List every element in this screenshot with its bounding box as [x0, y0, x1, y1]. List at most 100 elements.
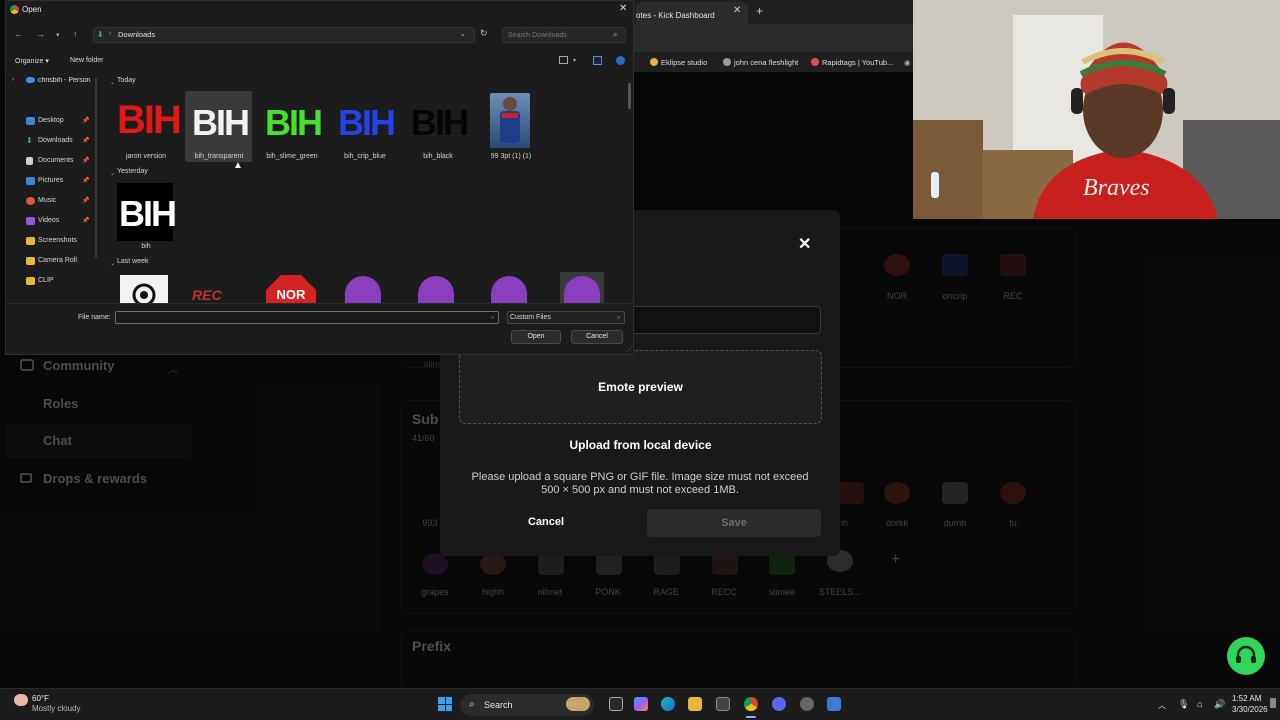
- file-type-filter[interactable]: Custom Files: [507, 311, 625, 324]
- dialog-divider: [6, 303, 633, 304]
- file-name-input[interactable]: [115, 311, 499, 324]
- file-bih-black[interactable]: BIH: [409, 92, 469, 150]
- nav-documents[interactable]: Documents: [38, 157, 73, 164]
- file-thumbnail: [564, 276, 600, 303]
- file-thumb-rec[interactable]: REC: [192, 287, 242, 303]
- file-type-filter-value: Custom Files: [510, 314, 551, 321]
- requirements-line-2: 500 × 500 px and must not exceed 1MB.: [541, 484, 739, 496]
- microphone-icon[interactable]: 🎙: [1178, 699, 1189, 710]
- back-icon[interactable]: ←: [14, 29, 23, 39]
- webcam-overlay: Braves: [913, 0, 1280, 219]
- nav-music[interactable]: Music: [38, 197, 56, 204]
- bookmark-rapidtags[interactable]: Rapidtags | YouTub...: [811, 58, 893, 67]
- resize-grip-icon[interactable]: ⋰: [626, 346, 632, 353]
- nav-onedrive-account[interactable]: chrisbih - Person: [38, 77, 94, 84]
- upload-local-button[interactable]: Upload from local device: [459, 438, 822, 452]
- help-icon[interactable]: [616, 56, 625, 65]
- discord-icon[interactable]: [772, 697, 786, 711]
- weather-temp[interactable]: 60°F: [32, 694, 49, 703]
- file-bih-transparent[interactable]: BIH: [190, 92, 250, 150]
- file-bih[interactable]: BIH: [117, 183, 177, 241]
- tab-title: otes - Kick Dashboard: [636, 11, 715, 20]
- nav-pictures[interactable]: Pictures: [38, 177, 63, 184]
- nav-downloads[interactable]: Downloads: [38, 137, 73, 144]
- volume-icon[interactable]: 🔊: [1214, 699, 1225, 710]
- start-button[interactable]: [438, 697, 452, 711]
- file-thumb-nor[interactable]: NOR: [266, 275, 316, 303]
- store-icon[interactable]: [716, 697, 730, 711]
- desktop-icon: [26, 117, 35, 125]
- new-folder-button[interactable]: New folder: [70, 57, 103, 64]
- view-options-icon[interactable]: [559, 56, 568, 64]
- file-thumbnail-text: NOR: [266, 275, 316, 303]
- view-dropdown-icon[interactable]: ▾: [573, 57, 576, 64]
- file-bih-crip-blue[interactable]: BIH: [336, 92, 396, 150]
- preview-pane-icon[interactable]: [593, 56, 602, 65]
- file-explorer-icon[interactable]: [688, 697, 702, 711]
- bookmark-label: Rapidtags | YouTub...: [822, 58, 894, 67]
- file-bih-slime-green[interactable]: BIH: [263, 92, 323, 150]
- edge-icon[interactable]: [661, 697, 675, 711]
- collapse-icon[interactable]: ⌄: [110, 170, 115, 177]
- windows-logo-pane: [445, 697, 452, 704]
- emote-preview-label: Emote preview: [598, 380, 683, 394]
- notification-icon[interactable]: [1270, 698, 1276, 708]
- forward-icon[interactable]: →: [36, 29, 45, 39]
- refresh-icon[interactable]: ↻: [480, 28, 488, 39]
- svg-text:Braves: Braves: [1083, 175, 1150, 201]
- modal-cancel-button[interactable]: Cancel: [470, 509, 622, 535]
- path-dropdown-icon[interactable]: ⌄: [460, 30, 466, 38]
- organize-button[interactable]: Organize ▾: [15, 57, 49, 65]
- active-app-indicator: [746, 716, 756, 718]
- chrome-taskbar-icon[interactable]: [744, 697, 758, 711]
- tab-close-icon[interactable]: ✕: [733, 5, 741, 16]
- collapse-icon[interactable]: ⌄: [110, 260, 115, 267]
- new-tab-icon[interactable]: +: [756, 4, 763, 18]
- clock-date[interactable]: 3/30/2026: [1232, 705, 1268, 714]
- nav-clip[interactable]: CLIP: [38, 277, 54, 284]
- task-view-icon[interactable]: [609, 697, 623, 711]
- documents-icon: [26, 157, 33, 165]
- nav-desktop[interactable]: Desktop: [38, 117, 64, 124]
- search-placeholder: Search Downloads: [508, 32, 567, 39]
- dialog-open-button[interactable]: Open: [511, 330, 561, 344]
- file-99-3pt[interactable]: [490, 93, 530, 148]
- clock-time[interactable]: 1:52 AM: [1232, 694, 1261, 703]
- tray-overflow-icon[interactable]: ︿: [1158, 700, 1166, 711]
- search-input[interactable]: Search Downloads: [502, 27, 626, 43]
- file-list-scrollbar[interactable]: [628, 83, 631, 109]
- file-thumb-steelseries[interactable]: [120, 275, 168, 303]
- nav-videos[interactable]: Videos: [38, 217, 59, 224]
- file-thumb-grape-4[interactable]: [560, 272, 604, 303]
- close-icon[interactable]: ✕: [798, 234, 811, 254]
- bookmark-overflow-icon[interactable]: ◉: [904, 58, 911, 67]
- notepad-icon[interactable]: [827, 697, 841, 711]
- expand-icon[interactable]: ›: [12, 77, 14, 83]
- copilot-icon[interactable]: [634, 697, 648, 711]
- bookmark-icon: [650, 58, 658, 66]
- headset-icon: [1236, 645, 1256, 663]
- up-icon[interactable]: ↑: [73, 29, 78, 39]
- support-chat-button[interactable]: [1227, 637, 1265, 675]
- file-jaron-version[interactable]: BIH: [117, 92, 182, 150]
- weather-icon: [14, 694, 28, 706]
- filter-dropdown-icon[interactable]: ⌄: [616, 313, 621, 320]
- bookmark-john-cena[interactable]: john cena fleshlight: [723, 58, 798, 67]
- bookmark-eklipse[interactable]: Eklipse studio: [650, 58, 707, 67]
- bookmark-icon: [811, 58, 819, 66]
- recent-dropdown-icon[interactable]: ▾: [56, 31, 60, 39]
- search-icon: ⌕: [469, 699, 475, 710]
- tab-kick-dashboard[interactable]: otes - Kick Dashboard: [636, 2, 748, 24]
- address-bar[interactable]: [634, 24, 914, 52]
- nav-scrollbar[interactable]: [95, 78, 97, 258]
- app-icon[interactable]: [800, 697, 814, 711]
- dialog-cancel-button[interactable]: Cancel: [571, 330, 623, 344]
- weather-desc[interactable]: Mostly cloudy: [32, 704, 80, 713]
- nav-screenshots[interactable]: Screenshots: [38, 237, 77, 244]
- network-icon[interactable]: ⌂: [1197, 699, 1202, 709]
- nav-camera-roll[interactable]: Camera Roll: [38, 257, 77, 264]
- collapse-icon[interactable]: ⌄: [110, 79, 115, 86]
- dialog-close-icon[interactable]: ✕: [619, 3, 627, 14]
- modal-save-button[interactable]: Save: [647, 509, 821, 537]
- file-name-dropdown-icon[interactable]: ⌄: [490, 313, 495, 320]
